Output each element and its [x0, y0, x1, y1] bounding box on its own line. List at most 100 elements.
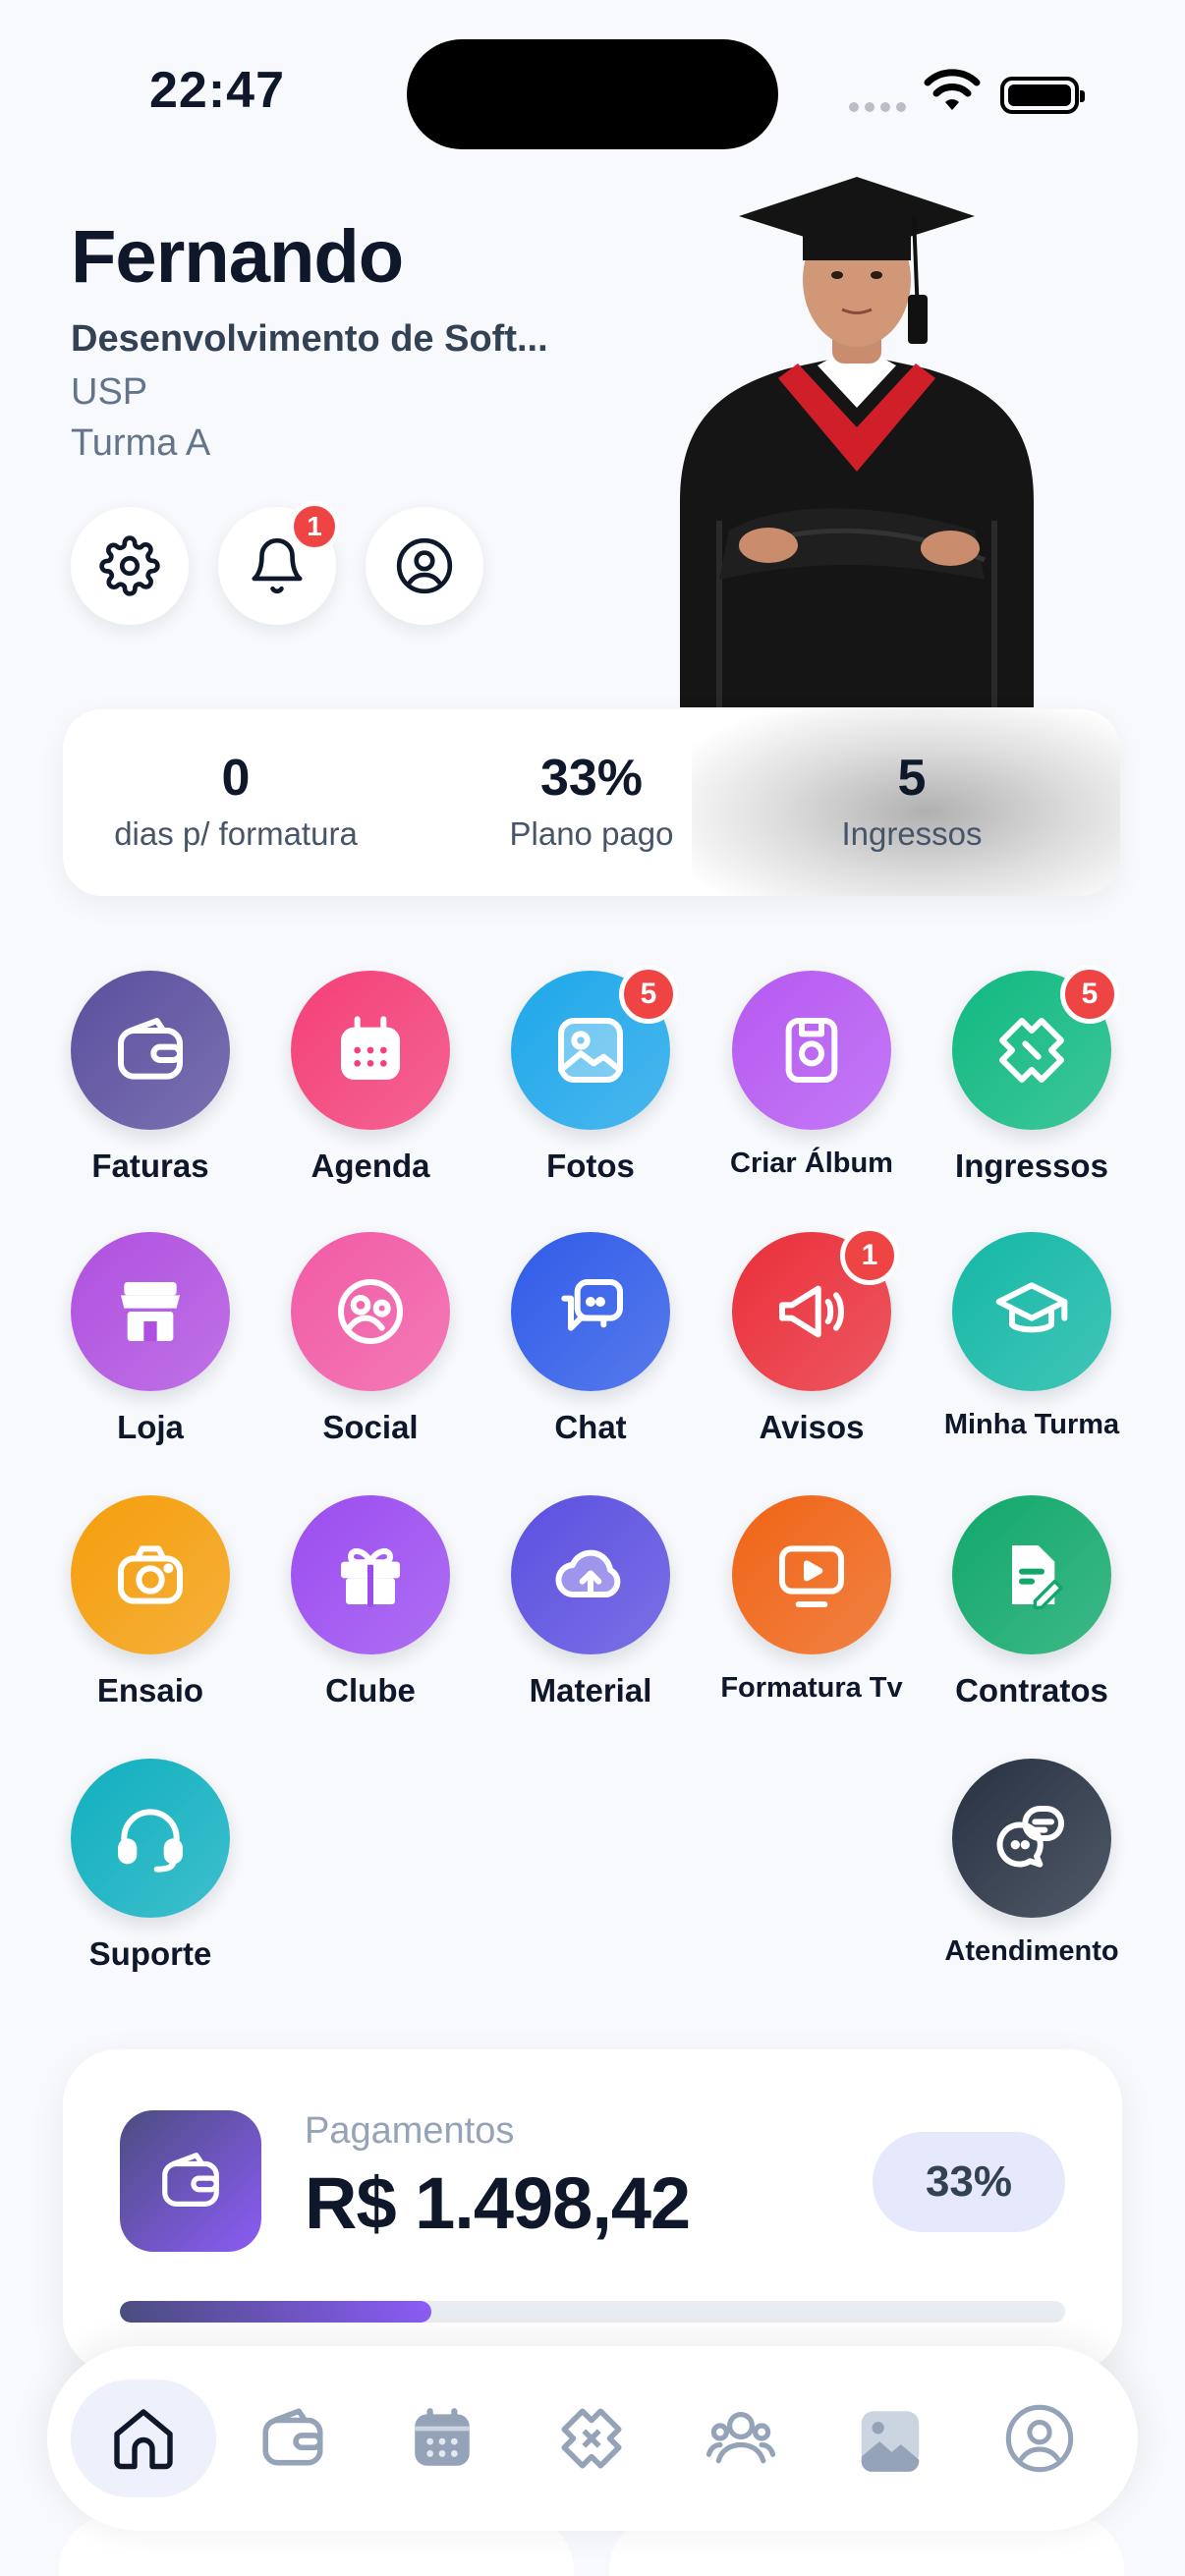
menu-item-agenda[interactable]: Agenda: [260, 971, 480, 1185]
user-circle-icon: [396, 537, 453, 594]
wifi-icon: [924, 69, 981, 110]
menu-icon-circle: 5: [511, 965, 678, 1130]
menu-icon-circle: [71, 971, 230, 1130]
tab-profile[interactable]: [967, 2380, 1112, 2497]
menu-badge: 5: [1060, 965, 1119, 1024]
menu-item-social[interactable]: Social: [260, 1232, 480, 1446]
menu-icon-circle: 1: [732, 1226, 899, 1391]
menu-label: Atendimento: [944, 1935, 1119, 1967]
menu-label: Minha Turma: [943, 1409, 1120, 1440]
menu-item-criar-album[interactable]: Criar Álbum: [702, 971, 922, 1180]
stats-card: 0 dias p/ formatura 33% Plano pago 5 Ing…: [63, 709, 1120, 896]
stat-days-value: 0: [221, 750, 251, 807]
notification-badge: 1: [289, 501, 340, 552]
menu-badge: 1: [840, 1226, 899, 1285]
gear-icon: [99, 535, 160, 596]
notifications-button[interactable]: 1: [218, 501, 340, 625]
menu-label: Contratos: [955, 1672, 1108, 1708]
menu-label: Agenda: [310, 1148, 430, 1184]
menu-label: Suporte: [88, 1935, 212, 1972]
tab-wallet[interactable]: [220, 2380, 366, 2497]
tab-calendar[interactable]: [369, 2380, 515, 2497]
tab-home[interactable]: [71, 2380, 216, 2497]
stat-days: 0 dias p/ formatura: [69, 749, 403, 853]
menu-label: Loja: [117, 1409, 184, 1445]
menu-item-fotos[interactable]: 5 Fotos: [480, 965, 701, 1185]
menu-icon-circle: [732, 971, 891, 1130]
menu-icon-circle: [732, 1495, 891, 1654]
menu-item-avisos[interactable]: 1 Avisos: [702, 1226, 922, 1446]
menu-item-faturas[interactable]: Faturas: [40, 971, 260, 1185]
menu-icon-circle: [952, 1232, 1111, 1391]
payments-percent-badge: 33%: [873, 2132, 1065, 2232]
tv-play-icon: [779, 1545, 844, 1607]
graduate-illustration: [680, 177, 1034, 707]
megaphone-icon: [779, 1285, 844, 1338]
gift-icon: [341, 1548, 400, 1607]
menu-label: Material: [529, 1672, 652, 1708]
ticket-icon: [561, 2408, 622, 2469]
profile-button[interactable]: [366, 507, 483, 625]
payments-label: Pagamentos: [305, 2110, 515, 2152]
payments-progress-fill: [120, 2301, 432, 2323]
home-icon: [114, 2409, 173, 2470]
menu-item-minha-turma[interactable]: Minha Turma: [922, 1232, 1142, 1441]
menu-icon-circle: [71, 1495, 230, 1654]
menu-item-atendimento[interactable]: Atendimento: [922, 1759, 1142, 1968]
menu-label: Formatura Tv: [720, 1672, 903, 1704]
menu-item-ingressos[interactable]: 5 Ingressos: [922, 965, 1142, 1185]
calendar-icon: [415, 2408, 470, 2466]
stat-plan-paid: 33% Plano pago: [424, 749, 759, 853]
stat-tickets[interactable]: 5 Ingressos: [745, 749, 1079, 853]
calendar-icon: [341, 1016, 400, 1080]
store-icon: [121, 1282, 180, 1341]
school-name: USP: [71, 371, 148, 413]
wallet-icon: [118, 1018, 184, 1080]
menu-icon-circle: [952, 1759, 1111, 1918]
menu-label: Chat: [554, 1409, 627, 1445]
cloud-upload-icon: [555, 1549, 621, 1597]
user-name: Fernando: [71, 215, 404, 299]
menu-label: Avisos: [759, 1409, 865, 1445]
menu-item-suporte[interactable]: Suporte: [40, 1759, 260, 1973]
menu-icon-circle: [511, 1495, 670, 1654]
menu-icon-circle: 5: [952, 965, 1119, 1130]
status-time: 22:47: [149, 62, 285, 119]
stat-plan-paid-label: Plano pago: [509, 815, 674, 852]
menu-item-chat[interactable]: Chat: [480, 1232, 701, 1446]
image-icon: [558, 1018, 623, 1083]
menu-label: Criar Álbum: [730, 1148, 893, 1179]
stat-days-label: dias p/ formatura: [114, 815, 358, 852]
settings-button[interactable]: [71, 507, 189, 625]
menu-label: Clube: [325, 1672, 416, 1708]
wallet-icon: [162, 2153, 219, 2207]
menu-icon-circle: [511, 1232, 670, 1391]
payments-icon-tile: [120, 2110, 261, 2252]
menu-item-material[interactable]: Material: [480, 1495, 701, 1709]
menu-item-contratos[interactable]: Contratos: [922, 1495, 1142, 1709]
menu-label: Ensaio: [96, 1672, 204, 1708]
menu-icon-circle: [291, 971, 450, 1130]
profile-icon: [1005, 2404, 1074, 2473]
menu-icon-circle: [952, 1495, 1111, 1654]
tab-gallery[interactable]: [818, 2380, 963, 2497]
contract-icon: [1012, 1545, 1063, 1609]
menu-label: Ingressos: [955, 1148, 1108, 1184]
menu-item-clube[interactable]: Clube: [260, 1495, 480, 1709]
tab-people[interactable]: [668, 2380, 814, 2497]
menu-label: Faturas: [91, 1148, 209, 1184]
social-icon: [338, 1279, 403, 1344]
menu-label: Fotos: [546, 1148, 635, 1184]
chat-bubbles-icon: [996, 1806, 1064, 1868]
menu-item-formatura-tv[interactable]: Formatura Tv: [702, 1495, 922, 1705]
menu-item-loja[interactable]: Loja: [40, 1232, 260, 1446]
stat-plan-paid-value: 33%: [539, 750, 644, 807]
menu-icon-circle: [291, 1495, 450, 1654]
menu-item-ensaio[interactable]: Ensaio: [40, 1495, 260, 1709]
chat-icon: [561, 1279, 623, 1331]
menu-label: Social: [322, 1409, 419, 1445]
payments-progress-bar: [120, 2301, 1065, 2323]
tab-tickets[interactable]: [519, 2380, 664, 2497]
headset-icon: [117, 1809, 183, 1873]
menu-icon-circle: [291, 1232, 450, 1391]
